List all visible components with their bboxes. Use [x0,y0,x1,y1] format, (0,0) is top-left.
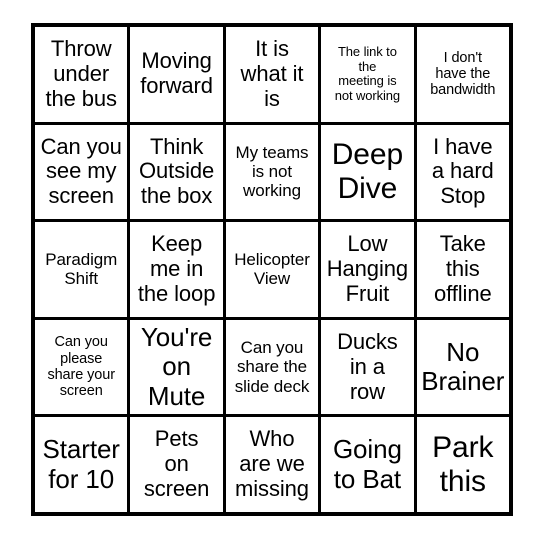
bingo-cell-label: Can you share the slide deck [234,338,310,396]
bingo-cell-r1-c1[interactable]: Throw under the bus [35,27,128,122]
bingo-cell-r3-c4[interactable]: Low Hanging Fruit [321,222,414,317]
bingo-cell-r3-c2[interactable]: Keep me in the loop [130,222,223,317]
bingo-cell-label: Low Hanging Fruit [326,231,409,306]
bingo-cell-r4-c5[interactable]: No Brainer [416,319,509,415]
bingo-cell-label: Deep Dive [331,138,404,205]
bingo-cell-r5-c4[interactable]: Going to Bat [321,417,414,512]
bingo-cell-label: It is what it is [240,36,304,111]
bingo-cell-label: You're on Mute [140,322,213,411]
bingo-cell-r3-c1[interactable]: Paradigm Shift [35,222,128,317]
bingo-cell-r3-c5[interactable]: Take this offline [416,222,509,317]
bingo-cell-r5-c2[interactable]: Pets on screen [130,417,223,512]
bingo-cell-r1-c5[interactable]: I don't have the bandwidth [416,27,509,122]
bingo-cell-r2-c4[interactable]: Deep Dive [321,124,414,220]
bingo-cell-r2-c5[interactable]: I have a hard Stop [416,124,509,220]
bingo-cell-r1-c3[interactable]: It is what it is [225,27,319,122]
bingo-cell-r3-c3[interactable]: Helicopter View [225,222,319,317]
bingo-cell-r4-c3[interactable]: Can you share the slide deck [225,319,319,415]
bingo-cell-label: Who are we missing [235,426,309,502]
bingo-cell-label: Park this [432,430,494,498]
bingo-cell-r1-c4[interactable]: The link to the meeting is not working [321,27,414,122]
bingo-cell-label: Can you please share your screen [47,334,115,400]
bingo-cell-label: Take this offline [433,231,492,306]
bingo-cell-r4-c1[interactable]: Can you please share your screen [35,319,128,415]
bingo-cell-r2-c1[interactable]: Can you see my screen [35,124,128,220]
bingo-cell-r1-c2[interactable]: Moving forward [130,27,223,122]
bingo-cell-label: No Brainer [421,336,505,397]
bingo-cell-label: I don't have the bandwidth [430,49,496,99]
bingo-cell-label: My teams is not working [235,143,309,201]
bingo-cell-r5-c3[interactable]: Who are we missing [225,417,319,512]
bingo-cell-r4-c2[interactable]: You're on Mute [130,319,223,415]
bingo-cell-label: Keep me in the loop [137,231,216,306]
bingo-cell-r2-c3[interactable]: My teams is not working [225,124,319,220]
bingo-cell-label: Paradigm Shift [45,250,118,289]
bingo-cell-r4-c4[interactable]: Ducks in a row [321,319,414,415]
bingo-cell-label: I have a hard Stop [431,133,494,209]
bingo-cell-label: Throw under the bus [45,36,117,111]
bingo-cell-label: Going to Bat [332,434,402,494]
bingo-cell-label: Think Outside the box [139,133,215,209]
bingo-cell-r2-c2[interactable]: Think Outside the box [130,124,223,220]
bingo-cell-r5-c1[interactable]: Starter for 10 [35,417,128,512]
bingo-cell-label: Helicopter View [234,250,310,289]
bingo-cell-r5-c5[interactable]: Park this [416,417,509,512]
bingo-cell-label: Moving forward [140,48,213,99]
bingo-cell-label: Starter for 10 [42,434,120,494]
bingo-cell-label: Ducks in a row [337,328,398,404]
bingo-card: Throw under the bus Moving forward It is w… [31,23,513,516]
bingo-cell-label: Pets on screen [143,426,210,502]
bingo-cell-label: Can you see my screen [40,133,122,209]
bingo-cell-label: The link to the meeting is not working [334,43,401,103]
